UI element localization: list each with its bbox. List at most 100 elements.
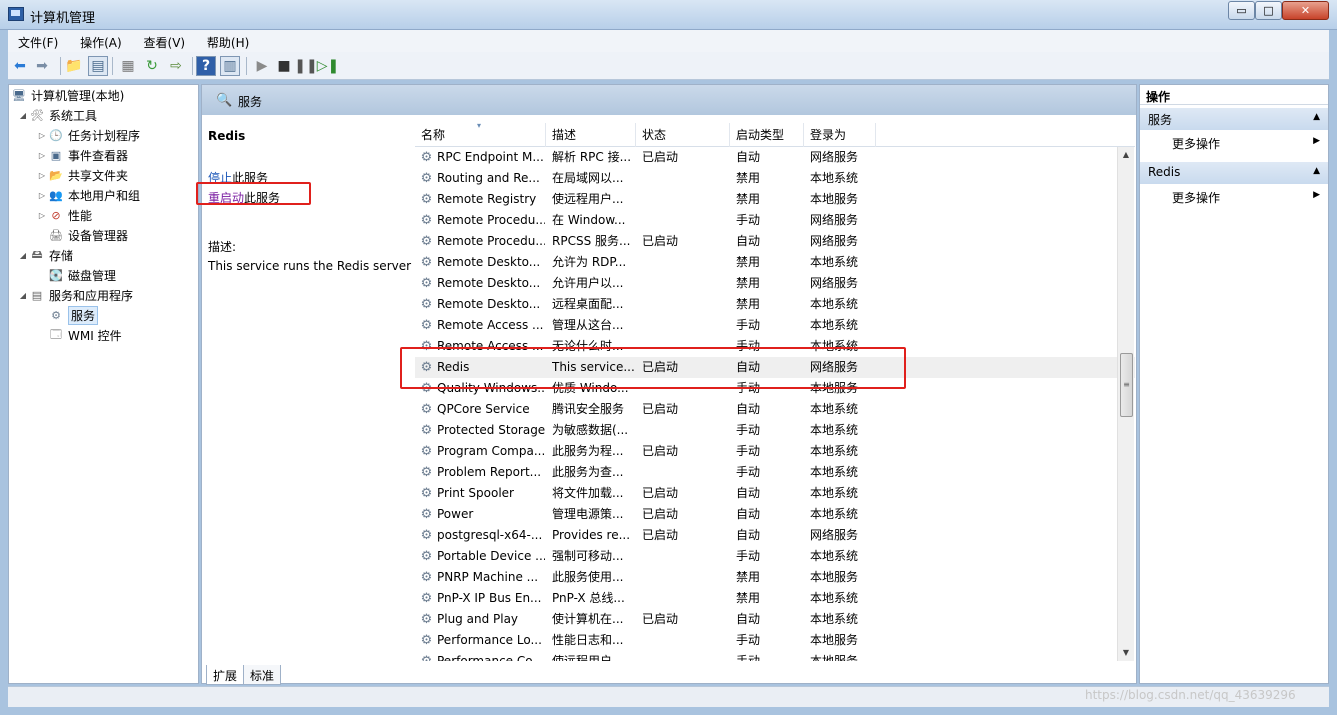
service-status	[642, 315, 730, 336]
column-header-description[interactable]: 描述	[546, 123, 636, 147]
service-description: 在局域网以...	[552, 171, 624, 185]
table-row[interactable]: ⚙ RPC Endpoint M... 解析 RPC 接... 已启动 自动 网络服务	[415, 147, 1135, 168]
tree-item-storage[interactable]: ◢ 🖴 存储	[17, 245, 73, 265]
column-header-startup-type[interactable]: 启动类型	[730, 123, 804, 147]
gear-icon: ⚙	[419, 654, 434, 661]
table-row[interactable]: ⚙ QPCore Service 腾讯安全服务 已启动 自动 本地系统	[415, 399, 1135, 420]
minimize-button[interactable]: ▭	[1228, 1, 1255, 20]
tree-item-wmi[interactable]: 🗔 WMI 控件	[48, 325, 122, 345]
table-row[interactable]: ⚙ Remote Deskto... 远程桌面配... 禁用 本地系统	[415, 294, 1135, 315]
more-actions-services[interactable]: 更多操作 ▶	[1140, 132, 1328, 154]
close-button[interactable]: ✕	[1282, 1, 1329, 20]
vertical-scrollbar[interactable]: ▲ ≡ ▼	[1117, 147, 1134, 661]
tree-item-event-viewer[interactable]: ▷ ▣ 事件查看器	[36, 145, 128, 165]
menu-action[interactable]: 操作(A)	[70, 30, 130, 51]
service-logon: 本地系统	[810, 444, 859, 458]
expand-arrow-icon[interactable]: ▷	[36, 211, 48, 220]
tree-item-task-scheduler[interactable]: ▷ 🕒 任务计划程序	[36, 125, 140, 145]
actions-section-redis[interactable]: Redis ▲	[1140, 162, 1328, 184]
service-logon: 本地系统	[810, 507, 859, 521]
maximize-button[interactable]: □	[1255, 1, 1282, 20]
properties-icon[interactable]: ▦	[118, 56, 138, 76]
column-header-status[interactable]: 状态	[636, 123, 730, 147]
table-row[interactable]: ⚙ Performance Lo... 性能日志和... 手动 本地服务	[415, 630, 1135, 651]
service-status: 已启动	[642, 507, 679, 521]
service-status	[642, 588, 730, 609]
tab-standard[interactable]: 标准	[243, 665, 282, 685]
show-hide-tree-icon[interactable]: ▤	[88, 56, 108, 76]
tree-item-local-users[interactable]: ▷ 👥 本地用户和组	[36, 185, 140, 205]
tree-item-services-apps[interactable]: ◢ ▤ 服务和应用程序	[17, 285, 133, 305]
restart-service-icon[interactable]: ▷❚	[317, 56, 340, 76]
scroll-down-arrow-icon[interactable]: ▼	[1118, 645, 1134, 661]
table-row[interactable]: ⚙ postgresql-x64-... Provides re... 已启动 自动 网络…	[415, 525, 1135, 546]
export-list-icon[interactable]: ⇨	[166, 56, 186, 76]
pause-service-icon[interactable]: ❚❚	[294, 56, 317, 76]
column-header-logon-as[interactable]: 登录为	[804, 123, 876, 147]
table-row[interactable]: ⚙ Remote Registry 使远程用户... 禁用 本地服务	[415, 189, 1135, 210]
tree-item-system-tools[interactable]: ◢ 🛠 系统工具	[17, 105, 97, 125]
back-icon[interactable]: ⬅	[10, 56, 30, 76]
refresh-icon[interactable]: ↻	[142, 56, 162, 76]
table-row[interactable]: ⚙Performance Co... 使远程用户... 手动 本地服务	[415, 651, 1135, 661]
table-row[interactable]: ⚙ PnP-X IP Bus En... PnP-X 总线... 禁用 本地系统	[415, 588, 1135, 609]
table-row[interactable]: ⚙ Remote Deskto... 允许用户以... 禁用 网络服务	[415, 273, 1135, 294]
show-hide-action-pane-icon[interactable]: ▥	[220, 56, 240, 76]
scroll-up-arrow-icon[interactable]: ▲	[1118, 147, 1134, 163]
start-service-icon[interactable]: ▶	[252, 56, 272, 76]
tab-extended[interactable]: 扩展	[206, 665, 245, 685]
table-row[interactable]: ⚙ Routing and Re... 在局域网以... 禁用 本地系统	[415, 168, 1135, 189]
toolbar-separator	[192, 57, 193, 75]
up-folder-icon[interactable]: 📁	[64, 56, 84, 76]
scroll-thumb[interactable]: ≡	[1120, 353, 1133, 417]
table-row[interactable]: ⚙ Remote Access ... 管理从这台... 手动 本地系统	[415, 315, 1135, 336]
gear-icon: ⚙	[420, 171, 433, 186]
gear-icon: ⚙	[420, 444, 433, 459]
services-panel: 🔍 服务 Redis 停止此服务 重启动此服务 描述: This service…	[196, 84, 1137, 685]
menu-help[interactable]: 帮助(H)	[197, 30, 257, 51]
expand-arrow-icon[interactable]: ▷	[36, 131, 48, 140]
service-description: 解析 RPC 接...	[552, 150, 632, 164]
service-status	[642, 168, 730, 189]
table-row[interactable]: ⚙ Print Spooler 将文件加载... 已启动 自动 本地系统	[415, 483, 1135, 504]
tree-item-device-manager[interactable]: 🖨 设备管理器	[48, 225, 128, 245]
service-status: 已启动	[642, 402, 679, 416]
table-row[interactable]: ⚙ Program Compa... 此服务为程... 已启动 手动 本地系统	[415, 441, 1135, 462]
table-row[interactable]: ⚙ Remote Deskto... 允许为 RDP... 禁用 本地系统	[415, 252, 1135, 273]
tree-item-disk-management[interactable]: 💽 磁盘管理	[48, 265, 116, 285]
service-name: Routing and Re...	[437, 171, 540, 185]
tools-icon: 🛠	[30, 108, 44, 122]
menu-file[interactable]: 文件(F)	[8, 30, 66, 51]
service-name: Power	[437, 507, 474, 521]
expand-arrow-icon[interactable]: ▷	[36, 191, 48, 200]
tree-item-root[interactable]: 🖥 计算机管理(本地)	[11, 85, 124, 105]
table-row[interactable]: ⚙ Remote Procedu... 在 Window... 手动 网络服务	[415, 210, 1135, 231]
table-row[interactable]: ⚙ Protected Storage 为敏感数据(... 手动 本地系统	[415, 420, 1135, 441]
table-row[interactable]: ⚙ Plug and Play 使计算机在... 已启动 自动 本地系统	[415, 609, 1135, 630]
table-row[interactable]: ⚙ Power 管理电源策... 已启动 自动 本地系统	[415, 504, 1135, 525]
table-row[interactable]: ⚙ Portable Device ... 强制可移动... 手动 本地系统	[415, 546, 1135, 567]
service-name: Remote Deskto...	[437, 255, 541, 269]
expand-arrow-icon[interactable]: ▷	[36, 151, 48, 160]
stop-service-icon[interactable]: ■	[274, 56, 294, 76]
table-row[interactable]: ⚙ PNRP Machine ... 此服务使用... 禁用 本地服务	[415, 567, 1135, 588]
collapse-caret-icon[interactable]: ▲	[1313, 112, 1320, 122]
menu-view[interactable]: 查看(V)	[134, 30, 194, 51]
service-name: Plug and Play	[437, 612, 519, 626]
actions-pane: 操作 服务 ▲ 更多操作 ▶ Redis ▲ 更多操作 ▶	[1139, 84, 1329, 684]
table-row[interactable]: ⚙ Remote Procedu... RPCSS 服务... 已启动 自动 网络服务	[415, 231, 1135, 252]
collapse-arrow-icon[interactable]: ◢	[17, 251, 29, 260]
expand-arrow-icon[interactable]: ▷	[36, 171, 48, 180]
help-icon[interactable]: ?	[196, 56, 216, 76]
collapse-arrow-icon[interactable]: ◢	[17, 111, 29, 120]
tree-item-services[interactable]: ⚙ 服务	[48, 305, 99, 325]
tree-item-shared-folders[interactable]: ▷ 📂 共享文件夹	[36, 165, 128, 185]
collapse-caret-icon[interactable]: ▲	[1313, 166, 1320, 176]
more-actions-redis[interactable]: 更多操作 ▶	[1140, 186, 1328, 208]
forward-icon[interactable]: ➡	[32, 56, 52, 76]
collapse-arrow-icon[interactable]: ◢	[17, 291, 29, 300]
tree-item-performance[interactable]: ▷ ⊘ 性能	[36, 205, 92, 225]
actions-section-services[interactable]: 服务 ▲	[1140, 108, 1328, 130]
services-apps-icon: ▤	[31, 288, 43, 302]
table-row[interactable]: ⚙ Problem Report... 此服务为查... 手动 本地系统	[415, 462, 1135, 483]
